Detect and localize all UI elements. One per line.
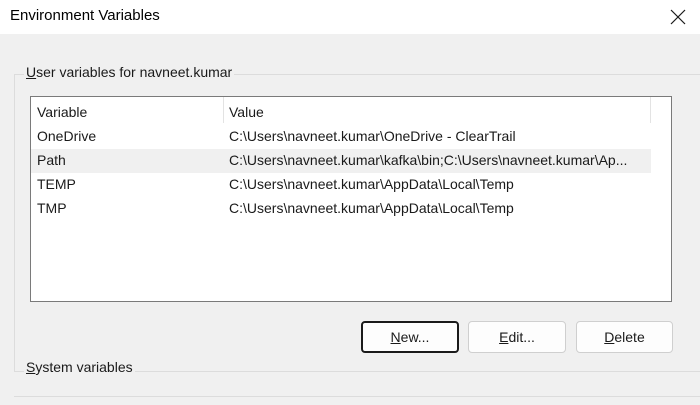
- list-row[interactable]: OneDrive C:\Users\navneet.kumar\OneDrive…: [31, 125, 651, 149]
- variable-value: C:\Users\navneet.kumar\OneDrive - ClearT…: [229, 128, 516, 144]
- close-icon: [670, 9, 686, 25]
- window-title: Environment Variables: [10, 7, 160, 24]
- list-row[interactable]: TMP C:\Users\navneet.kumar\AppData\Local…: [31, 197, 651, 221]
- column-divider[interactable]: [223, 97, 224, 123]
- title-bar: Environment Variables: [0, 0, 700, 34]
- variable-name: OneDrive: [37, 128, 97, 144]
- system-variables-group: [14, 396, 700, 397]
- edit-button[interactable]: Edit...: [468, 321, 566, 353]
- variable-name: TEMP: [37, 176, 76, 192]
- variable-name: TMP: [37, 200, 67, 216]
- user-variables-label: User variables for navneet.kumar: [24, 64, 235, 80]
- close-button[interactable]: [654, 0, 700, 34]
- list-row-selected[interactable]: Path C:\Users\navneet.kumar\kafka\bin;C:…: [31, 149, 651, 173]
- list-header: Variable Value: [31, 97, 671, 125]
- variable-value: C:\Users\navneet.kumar\AppData\Local\Tem…: [229, 200, 514, 216]
- column-header-variable[interactable]: Variable: [37, 104, 87, 120]
- variable-value: C:\Users\navneet.kumar\AppData\Local\Tem…: [229, 176, 514, 192]
- user-variables-list[interactable]: Variable Value OneDrive C:\Users\navneet…: [30, 96, 672, 302]
- column-header-value[interactable]: Value: [229, 104, 264, 120]
- delete-button[interactable]: Delete: [576, 321, 673, 353]
- new-button[interactable]: New...: [361, 321, 459, 353]
- variable-name: Path: [37, 152, 66, 168]
- column-divider[interactable]: [650, 97, 651, 123]
- variable-value: C:\Users\navneet.kumar\kafka\bin;C:\User…: [229, 152, 628, 168]
- system-variables-label: System variables: [24, 359, 135, 375]
- list-row[interactable]: TEMP C:\Users\navneet.kumar\AppData\Loca…: [31, 173, 651, 197]
